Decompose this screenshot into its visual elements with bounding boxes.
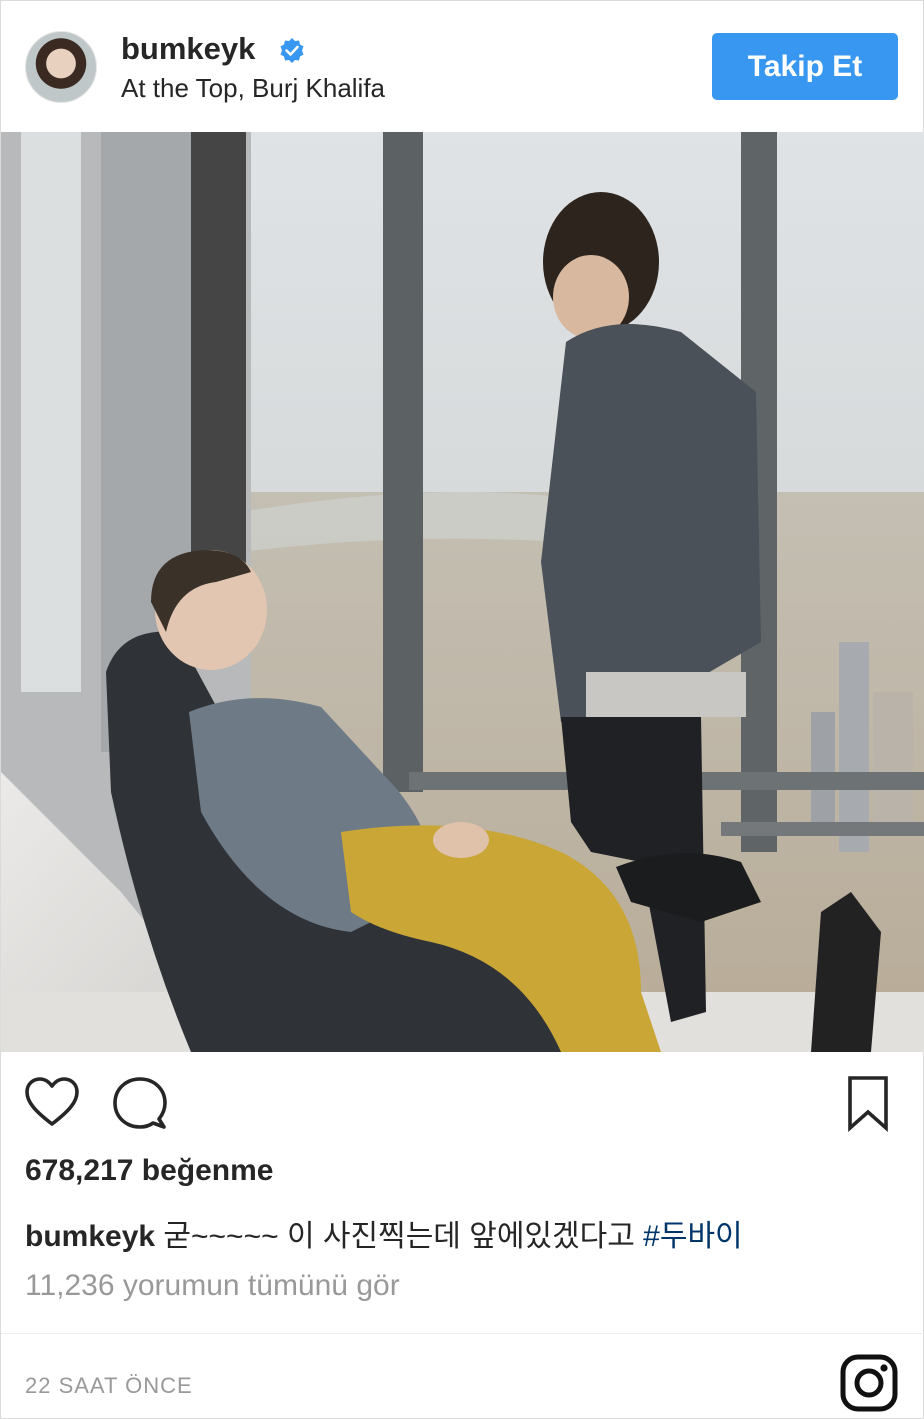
- caption-text: 굳~~~~~ 이 사진찍는데 앞에있겠다고: [163, 1220, 635, 1253]
- avatar[interactable]: [25, 31, 97, 103]
- heart-icon[interactable]: [23, 1074, 81, 1132]
- photo-scene: [1, 132, 924, 1052]
- bookmark-icon[interactable]: [843, 1074, 893, 1132]
- verified-badge-icon: [280, 38, 304, 63]
- location-link[interactable]: At the Top, Burj Khalifa: [121, 73, 385, 104]
- comment-icon[interactable]: [111, 1074, 169, 1132]
- divider: [1, 1333, 924, 1334]
- caption: bumkeyk 굳~~~~~ 이 사진찍는데 앞에있겠다고 #두바이: [25, 1211, 743, 1255]
- instagram-post-card: bumkeyk At the Top, Burj Khalifa Takip E…: [0, 0, 924, 1419]
- follow-button[interactable]: Takip Et: [712, 33, 898, 100]
- post-photo[interactable]: [1, 132, 924, 1052]
- likes-count[interactable]: 678,217 beğenme: [25, 1154, 273, 1188]
- hashtag-link[interactable]: #두바이: [643, 1220, 743, 1253]
- caption-username[interactable]: bumkeyk: [25, 1220, 155, 1253]
- action-bar: [1, 1052, 924, 1152]
- username-link[interactable]: bumkeyk: [121, 31, 255, 67]
- post-timestamp: 22 SAAT ÖNCE: [25, 1373, 193, 1398]
- view-all-comments-link[interactable]: 11,236 yorumun tümünü gör: [25, 1269, 400, 1303]
- post-header: bumkeyk At the Top, Burj Khalifa Takip E…: [1, 1, 924, 132]
- instagram-icon[interactable]: [839, 1353, 899, 1413]
